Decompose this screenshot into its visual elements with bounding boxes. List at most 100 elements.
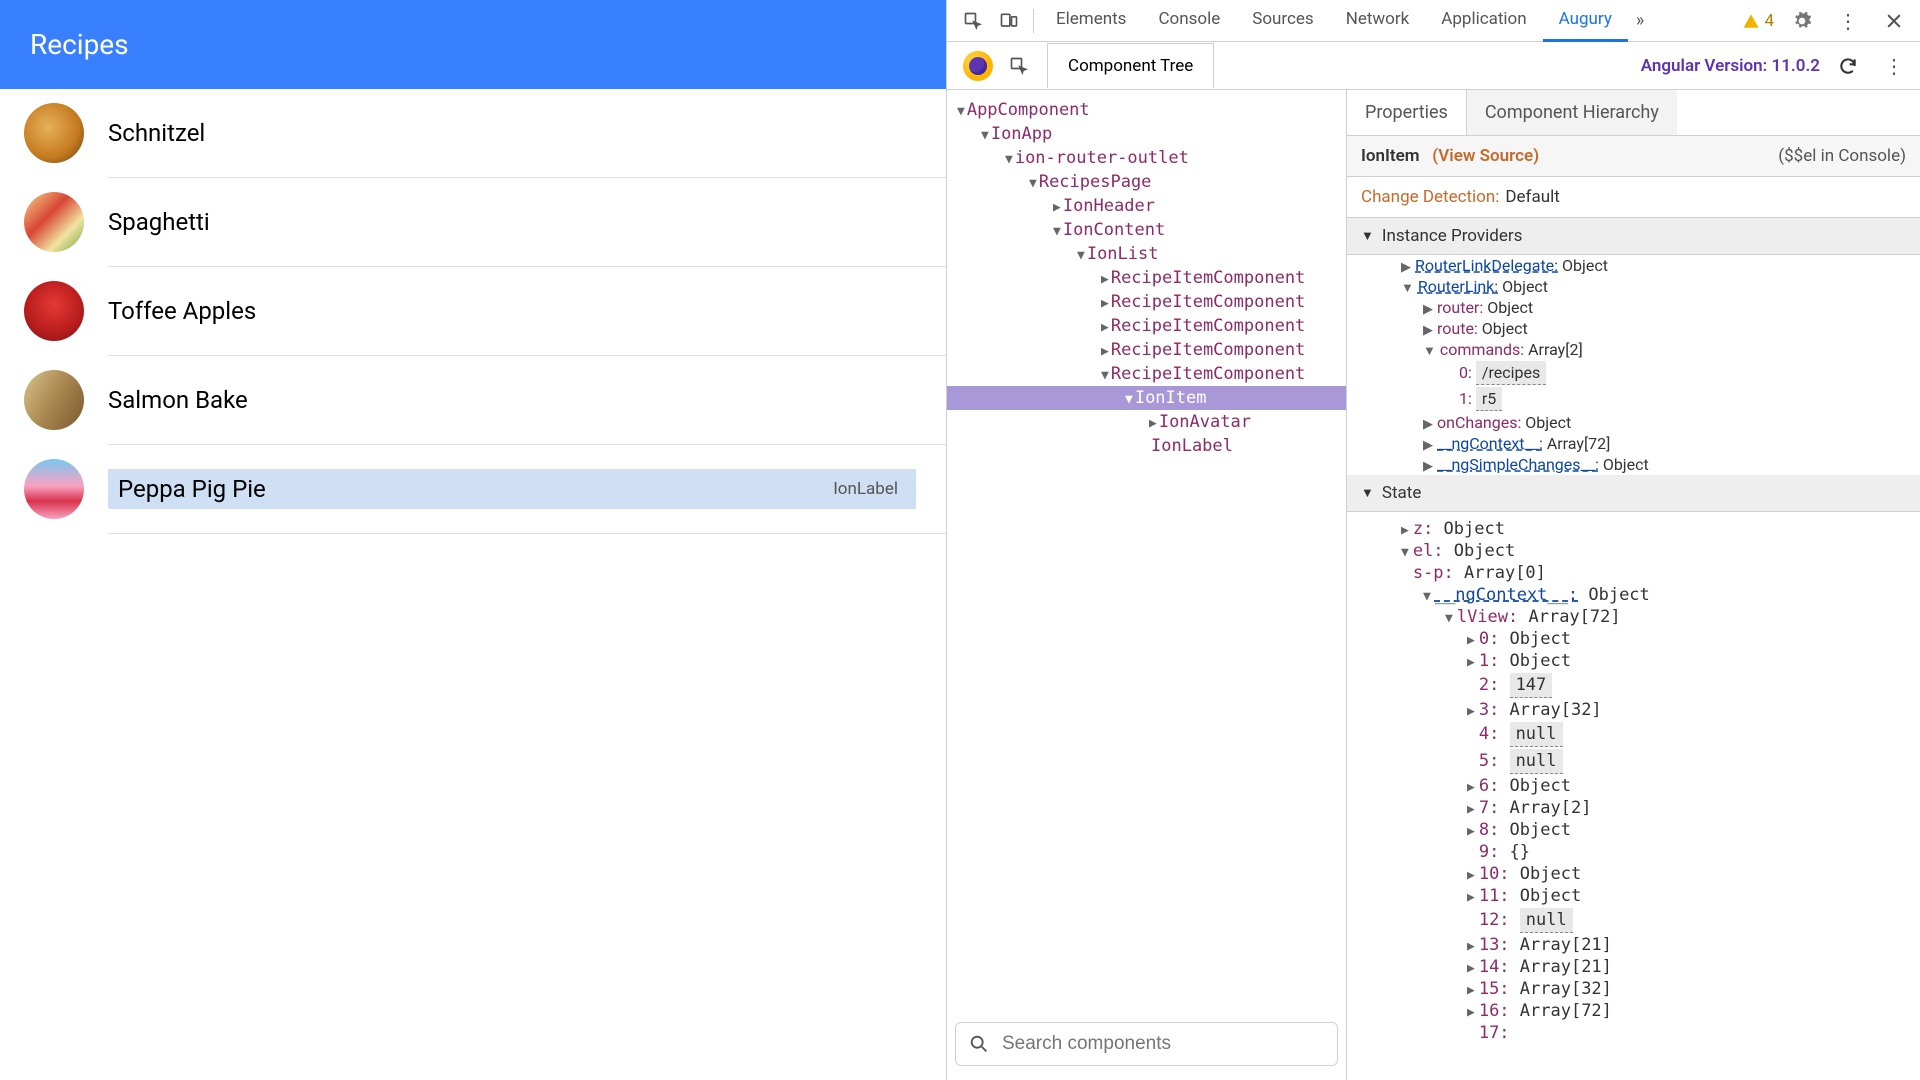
tree-node[interactable]: ▶IonAvatar bbox=[947, 410, 1346, 434]
app-preview: Recipes SchnitzelSpaghettiToffee ApplesS… bbox=[0, 0, 946, 1080]
recipe-item[interactable]: Salmon Bake bbox=[0, 356, 946, 444]
property-row[interactable]: ▶route: Object bbox=[1347, 318, 1920, 339]
settings-icon[interactable] bbox=[1784, 3, 1820, 39]
property-row[interactable]: ▼lView: Array[72] bbox=[1347, 606, 1920, 628]
editable-value[interactable]: 147 bbox=[1510, 673, 1553, 698]
chevron-down-icon: ▼ bbox=[1077, 248, 1085, 263]
property-row[interactable]: ▶17: bbox=[1347, 1022, 1920, 1044]
chevron-right-icon: ▶ bbox=[1053, 200, 1061, 215]
device-toolbar-icon[interactable] bbox=[991, 3, 1027, 39]
property-row[interactable]: ▼el: Object bbox=[1347, 540, 1920, 562]
property-row[interactable]: ▶15: Array[32] bbox=[1347, 978, 1920, 1000]
tree-node[interactable]: ▶RecipeItemComponent bbox=[947, 266, 1346, 290]
property-row[interactable]: ▶onChanges: Object bbox=[1347, 412, 1920, 433]
devtools-tab-augury[interactable]: Augury bbox=[1543, 0, 1628, 42]
property-row[interactable]: ▼__ngContext__: Object bbox=[1347, 584, 1920, 606]
inspect-component-icon[interactable] bbox=[1001, 48, 1037, 84]
property-row[interactable]: ▶8: Object bbox=[1347, 819, 1920, 841]
tree-node[interactable]: ▶IonHeader bbox=[947, 194, 1346, 218]
editable-value[interactable]: r5 bbox=[1476, 387, 1502, 411]
tree-node[interactable]: ▼IonContent bbox=[947, 218, 1346, 242]
chevron-right-icon: ▶ bbox=[1101, 320, 1109, 335]
property-row[interactable]: ▶10: Object bbox=[1347, 863, 1920, 885]
property-row[interactable]: ▶__ngContext__: Array[72] bbox=[1347, 433, 1920, 454]
component-badge: IonLabel bbox=[833, 479, 898, 499]
property-row[interactable]: ▶12: null bbox=[1347, 907, 1920, 934]
property-row[interactable]: ▶16: Array[72] bbox=[1347, 1000, 1920, 1022]
property-row[interactable]: ▶router: Object bbox=[1347, 297, 1920, 318]
more-tabs-icon[interactable]: » bbox=[1628, 2, 1652, 39]
tree-node[interactable]: ▶RecipeItemComponent bbox=[947, 338, 1346, 362]
property-row[interactable]: ▶0: Object bbox=[1347, 628, 1920, 650]
tree-node[interactable]: ▼IonApp bbox=[947, 122, 1346, 146]
tree-node[interactable]: ▼RecipesPage bbox=[947, 170, 1346, 194]
angular-version: Angular Version: 11.0.2 bbox=[1641, 56, 1820, 76]
kebab-menu-icon[interactable]: ⋮ bbox=[1830, 1, 1866, 41]
devtools-panel: ElementsConsoleSourcesNetworkApplication… bbox=[946, 0, 1920, 1080]
property-row[interactable]: ▶11: Object bbox=[1347, 885, 1920, 907]
state-section[interactable]: ▼ State bbox=[1347, 475, 1920, 512]
property-row[interactable]: ▶6: Object bbox=[1347, 775, 1920, 797]
tree-node[interactable]: ▼AppComponent bbox=[947, 98, 1346, 122]
property-row[interactable]: ▶__ngSimpleChanges__: Object bbox=[1347, 454, 1920, 475]
chevron-right-icon: ▶ bbox=[1423, 417, 1433, 432]
property-row[interactable]: ▼RouterLink: Object bbox=[1347, 276, 1920, 297]
chevron-right-icon: ▶ bbox=[1401, 523, 1409, 538]
tree-node[interactable]: ▼RecipeItemComponent bbox=[947, 362, 1346, 386]
property-row[interactable]: ▶1: Object bbox=[1347, 650, 1920, 672]
instance-providers-section[interactable]: ▼ Instance Providers bbox=[1347, 218, 1920, 255]
property-row[interactable]: ▶RouterLinkDelegate: Object bbox=[1347, 255, 1920, 276]
property-row[interactable]: ▶1: r5 bbox=[1347, 386, 1920, 412]
chevron-right-icon: ▶ bbox=[1423, 438, 1433, 453]
close-icon[interactable] bbox=[1876, 3, 1912, 39]
property-row[interactable]: ▼commands: Array[2] bbox=[1347, 339, 1920, 360]
editable-value[interactable]: null bbox=[1510, 749, 1563, 774]
editable-value[interactable]: null bbox=[1520, 908, 1573, 933]
inspect-element-icon[interactable] bbox=[955, 3, 991, 39]
tree-node[interactable]: ▼ion-router-outlet bbox=[947, 146, 1346, 170]
refresh-icon[interactable] bbox=[1830, 48, 1866, 84]
chevron-right-icon: ▶ bbox=[1423, 459, 1433, 474]
avatar bbox=[24, 370, 84, 430]
tree-node[interactable]: IonLabel bbox=[947, 434, 1346, 458]
property-row[interactable]: ▶7: Array[2] bbox=[1347, 797, 1920, 819]
recipe-item[interactable]: Peppa Pig PieIonLabel bbox=[0, 445, 946, 533]
tree-node[interactable]: ▼IonList bbox=[947, 242, 1346, 266]
property-row[interactable]: ▶13: Array[21] bbox=[1347, 934, 1920, 956]
editable-value[interactable]: /recipes bbox=[1476, 361, 1546, 385]
devtools-tab-console[interactable]: Console bbox=[1142, 0, 1236, 42]
editable-value[interactable]: null bbox=[1510, 722, 1563, 747]
component-tree-tab[interactable]: Component Tree bbox=[1047, 43, 1214, 88]
devtools-tabs: ElementsConsoleSourcesNetworkApplication… bbox=[1040, 0, 1628, 42]
devtools-tab-network[interactable]: Network bbox=[1330, 0, 1426, 42]
devtools-tab-sources[interactable]: Sources bbox=[1236, 0, 1329, 42]
warnings-badge[interactable]: 4 bbox=[1742, 11, 1774, 31]
recipe-item[interactable]: Schnitzel bbox=[0, 89, 946, 177]
property-row[interactable]: ▶z: Object bbox=[1347, 518, 1920, 540]
recipe-item[interactable]: Toffee Apples bbox=[0, 267, 946, 355]
props-tab-properties[interactable]: Properties bbox=[1347, 90, 1467, 135]
property-row[interactable]: ▶9: {} bbox=[1347, 841, 1920, 863]
tree-node[interactable]: ▶RecipeItemComponent bbox=[947, 314, 1346, 338]
component-tree[interactable]: ▼AppComponent▼IonApp▼ion-router-outlet▼R… bbox=[947, 90, 1346, 1012]
view-source-link[interactable]: (View Source) bbox=[1432, 146, 1539, 166]
search-components[interactable] bbox=[955, 1022, 1338, 1066]
tree-node[interactable]: ▼IonItem bbox=[947, 386, 1346, 410]
search-input[interactable] bbox=[1002, 1033, 1325, 1055]
property-row[interactable]: ▶s-p: Array[0] bbox=[1347, 562, 1920, 584]
property-row[interactable]: ▶5: null bbox=[1347, 748, 1920, 775]
property-row[interactable]: ▶0: /recipes bbox=[1347, 360, 1920, 386]
devtools-tab-application[interactable]: Application bbox=[1425, 0, 1542, 42]
props-tab-component-hierarchy[interactable]: Component Hierarchy bbox=[1467, 90, 1677, 135]
devtools-tab-elements[interactable]: Elements bbox=[1040, 0, 1142, 42]
recipe-item[interactable]: Spaghetti bbox=[0, 178, 946, 266]
chevron-right-icon: ▶ bbox=[1467, 824, 1475, 839]
property-row[interactable]: ▶14: Array[21] bbox=[1347, 956, 1920, 978]
chevron-down-icon: ▼ bbox=[957, 104, 965, 119]
property-row[interactable]: ▶3: Array[32] bbox=[1347, 699, 1920, 721]
tree-node[interactable]: ▶RecipeItemComponent bbox=[947, 290, 1346, 314]
property-row[interactable]: ▶2: 147 bbox=[1347, 672, 1920, 699]
chevron-down-icon: ▼ bbox=[1125, 392, 1133, 407]
augury-menu-icon[interactable]: ⋮ bbox=[1876, 46, 1912, 86]
property-row[interactable]: ▶4: null bbox=[1347, 721, 1920, 748]
